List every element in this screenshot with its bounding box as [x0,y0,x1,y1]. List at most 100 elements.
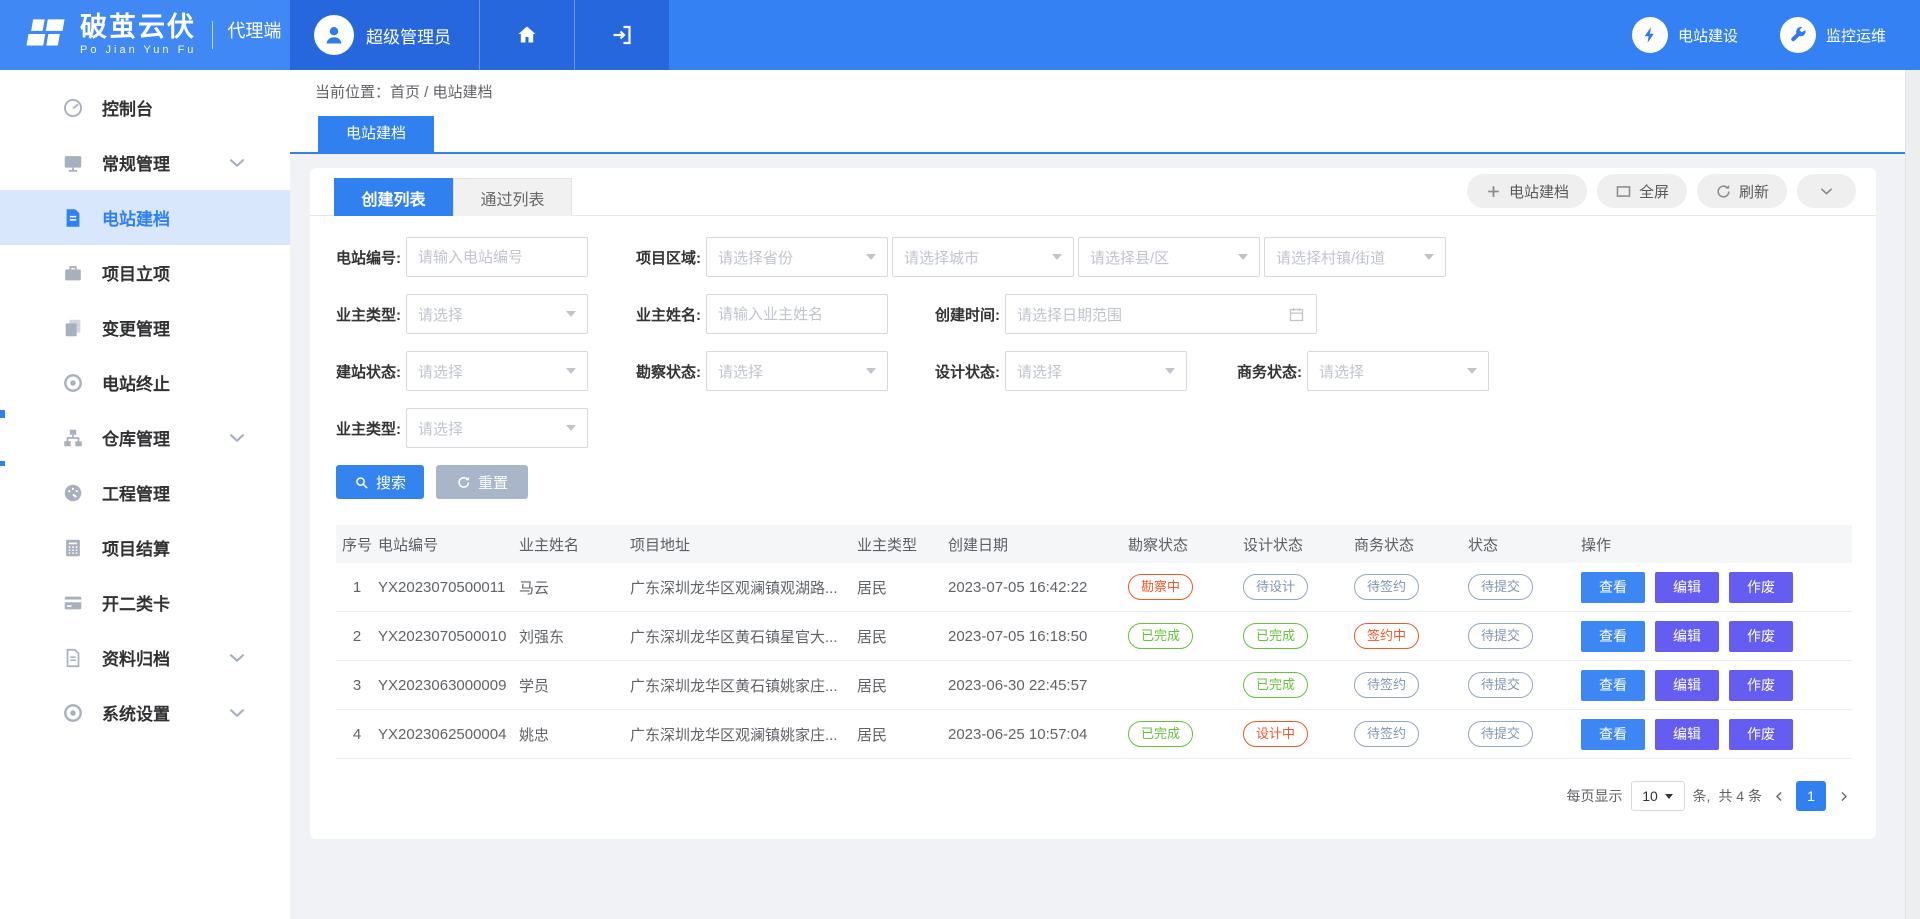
page-tab-station-archive[interactable]: 电站建档 [318,116,434,152]
view-button[interactable]: 查看 [1581,572,1645,603]
sidebar-item-warehouse-management[interactable]: 仓库管理 [0,410,290,465]
edit-button[interactable]: 编辑 [1655,572,1719,603]
business-status-select[interactable]: 请选择 [1307,351,1489,391]
refresh-button[interactable]: 刷新 [1697,174,1787,208]
project-address: 广东深圳龙华区观澜镇姚家庄... [630,724,857,745]
logout-button[interactable] [574,0,669,70]
sidebar-item-system-settings[interactable]: 系统设置 [0,685,290,740]
owner-type-select[interactable]: 请选择 [406,294,588,334]
select-placeholder: 请选择省份 [718,247,793,268]
select-caret-icon [1052,254,1062,260]
user-menu[interactable]: 超级管理员 [290,0,479,70]
stations-table: 序号电站编号业主姓名项目地址业主类型创建日期勘察状态设计状态商务状态状态操作 1… [336,525,1852,759]
plus-icon [1485,183,1502,200]
reset-button[interactable]: 重置 [436,465,528,499]
status-badge: 待签约 [1354,574,1419,600]
view-button[interactable]: 查看 [1581,621,1645,652]
view-button[interactable]: 查看 [1581,719,1645,750]
owner-name-input[interactable] [706,294,888,334]
design-status-select[interactable]: 请选择 [1005,351,1187,391]
toolbar-button-label: 全屏 [1639,181,1669,202]
sidebar-item-project-initiation[interactable]: 项目立项 [0,245,290,300]
page-size-label: 每页显示 [1567,786,1623,806]
tab-create-list[interactable]: 创建列表 [334,178,453,216]
tab-passed-list[interactable]: 通过列表 [453,178,572,216]
status-cell: 待签约 [1354,672,1468,698]
owner-type-2-controls: 请选择 [406,408,588,448]
void-button[interactable]: 作废 [1729,621,1793,652]
brand-pinyin: Po Jian Yun Fu [80,45,196,56]
owner-type: 居民 [857,626,948,647]
row-actions: 查看编辑作废 [1581,719,1852,750]
project-address: 广东深圳龙华区观澜镇观湖路... [630,577,857,598]
sidebar-item-station-archive[interactable]: 电站建档 [0,190,290,245]
chevron-down-icon [226,647,248,669]
status-badge: 待提交 [1468,623,1533,649]
column-header: 序号 [336,534,378,555]
build-status-select[interactable]: 请选择 [406,351,588,391]
breadcrumb-path[interactable]: 首页 / 电站建档 [390,84,493,101]
filter-row: 业主类型:请选择业主姓名:创建时间:请选择日期范围 [336,294,1852,334]
next-page-button[interactable] [1834,787,1852,805]
column-header: 业主类型 [857,534,948,555]
edit-button[interactable]: 编辑 [1655,670,1719,701]
station-code-controls [406,237,588,277]
owner-name-controls [706,294,888,334]
table-row: 4YX2023062500004姚忠广东深圳龙华区观澜镇姚家庄...居民2023… [336,710,1852,759]
county-select[interactable]: 请选择县/区 [1078,237,1260,277]
select-placeholder: 请选择 [418,418,463,439]
sidebar-item-data-archive[interactable]: 资料归档 [0,630,290,685]
sidebar-item-label: 电站终止 [102,370,170,395]
search-button[interactable]: 搜索 [336,465,424,499]
sidebar-item-change-management[interactable]: 变更管理 [0,300,290,355]
sidebar-item-engineering-management[interactable]: 工程管理 [0,465,290,520]
date-range-input[interactable]: 请选择日期范围 [1005,294,1317,334]
sidebar-item-general-management[interactable]: 常规管理 [0,135,290,190]
nav-station-construction[interactable]: 电站建设 [1632,17,1738,53]
void-button[interactable]: 作废 [1729,572,1793,603]
owner-type-select-2[interactable]: 请选择 [406,408,588,448]
town-select[interactable]: 请选择村镇/街道 [1264,237,1446,277]
page-number-button[interactable]: 1 [1796,781,1826,811]
project-address: 广东深圳龙华区黄石镇星官大... [630,626,857,647]
sidebar: 控制台常规管理电站建档项目立项变更管理电站终止仓库管理工程管理项目结算开二类卡资… [0,70,290,919]
bolt-icon [1640,25,1660,45]
view-button[interactable]: 查看 [1581,670,1645,701]
column-header: 创建日期 [948,534,1128,555]
column-header: 项目地址 [630,534,857,555]
nav-monitoring-ops[interactable]: 监控运维 [1780,17,1886,53]
sidebar-item-project-settlement[interactable]: 项目结算 [0,520,290,575]
void-button[interactable]: 作废 [1729,670,1793,701]
table-header: 序号电站编号业主姓名项目地址业主类型创建日期勘察状态设计状态商务状态状态操作 [336,525,1852,563]
page-scrollbar[interactable] [1905,70,1920,919]
void-button[interactable]: 作废 [1729,719,1793,750]
edit-button[interactable]: 编辑 [1655,621,1719,652]
edit-button[interactable]: 编辑 [1655,719,1719,750]
page-tab-bar: 电站建档 [290,116,1920,154]
sidebar-item-second-class-card[interactable]: 开二类卡 [0,575,290,630]
sidebar-item-console[interactable]: 控制台 [0,80,290,135]
page-size-select[interactable]: 10 [1631,781,1685,811]
total-count-label: 共 4 条 [1718,786,1762,806]
survey-status-select[interactable]: 请选择 [706,351,888,391]
collapse-button[interactable] [1797,174,1856,208]
prev-page-button[interactable] [1770,787,1788,805]
province-select[interactable]: 请选择省份 [706,237,888,277]
owner-type-label: 业主类型: [336,304,406,325]
status-cell: 待签约 [1354,574,1468,600]
reset-button-label: 重置 [478,472,508,493]
filter-row: 业主类型:请选择 [336,408,1852,448]
create-time-label: 创建时间: [935,304,1005,325]
sidebar-item-station-termination[interactable]: 电站终止 [0,355,290,410]
select-caret-icon [566,425,576,431]
fullscreen-button[interactable]: 全屏 [1597,174,1687,208]
username-label: 超级管理员 [366,23,451,48]
station-code-input[interactable] [406,237,588,277]
add-station-button[interactable]: 电站建档 [1467,174,1587,208]
business-status-label: 商务状态: [1237,361,1307,382]
city-select[interactable]: 请选择城市 [892,237,1074,277]
home-button[interactable] [479,0,574,70]
select-caret-icon [866,368,876,374]
design-status-controls: 请选择 [1005,351,1187,391]
wrench-icon [1788,25,1808,45]
